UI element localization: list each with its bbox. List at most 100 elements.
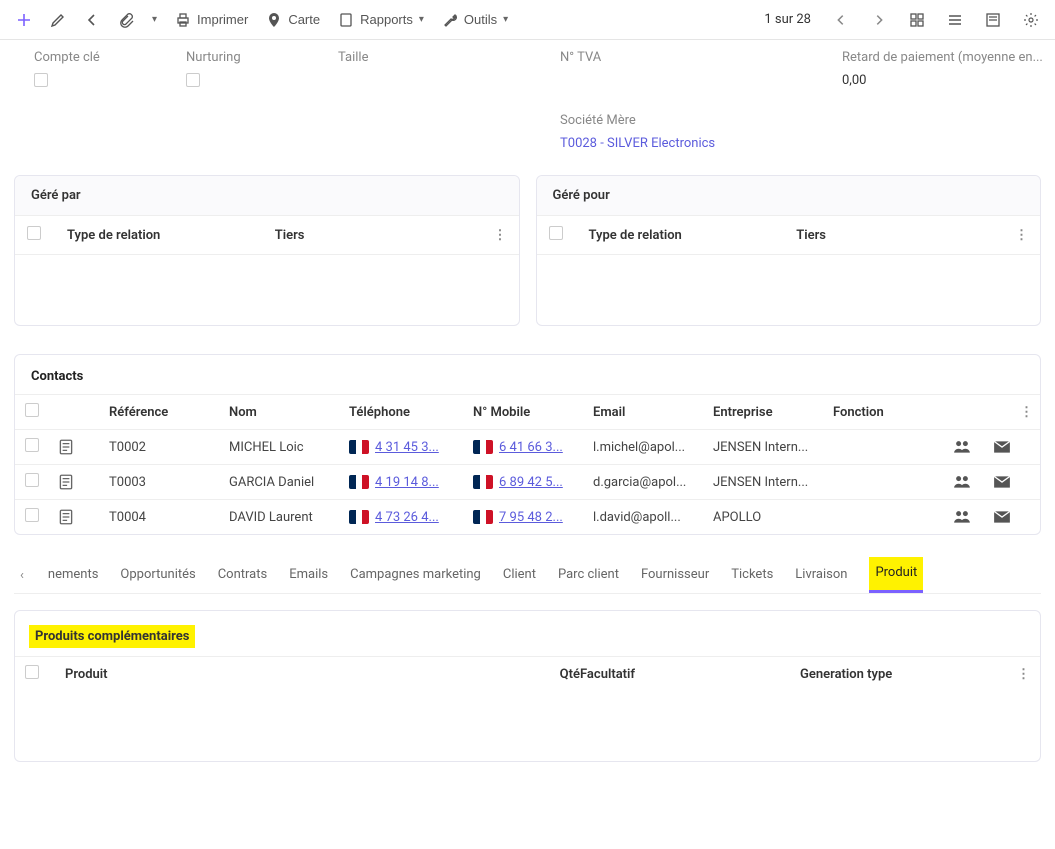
cell-email: l.david@apoll...	[593, 510, 713, 525]
contacts-head: Référence Nom Téléphone N° Mobile Email …	[15, 394, 1040, 429]
back-button[interactable]	[76, 6, 108, 34]
tab-opportunites[interactable]: Opportunités	[120, 559, 195, 592]
paperclip-icon	[118, 12, 134, 28]
tab-campagnes[interactable]: Campagnes marketing	[350, 559, 481, 592]
cell-phone: 4 73 26 4...	[349, 510, 473, 525]
produits-select-all[interactable]	[25, 665, 39, 679]
relation-panels: Géré par Type de relation Tiers ⋮ Géré p…	[14, 175, 1041, 326]
pager-prev[interactable]	[825, 6, 857, 34]
content: Compte clé Nurturing Taille N° TVA Socié…	[0, 40, 1055, 782]
pin-icon	[266, 12, 282, 28]
edit-button[interactable]	[42, 6, 74, 34]
tab-parc-client[interactable]: Parc client	[558, 559, 619, 592]
group-icon[interactable]	[953, 473, 993, 491]
pager-next[interactable]	[863, 6, 895, 34]
tab-client[interactable]: Client	[503, 559, 536, 592]
document-icon[interactable]	[57, 438, 109, 456]
col-facultatif: Facultatif	[580, 667, 800, 682]
cell-company: JENSEN Intern...	[713, 440, 833, 455]
taille-label: Taille	[338, 50, 538, 65]
flag-fr-icon	[473, 475, 493, 489]
phone-link[interactable]: 4 73 26 4...	[375, 510, 439, 525]
phone-link[interactable]: 4 19 14 8...	[375, 475, 439, 490]
managed-for-select-all[interactable]	[549, 226, 563, 240]
contacts-head-menu[interactable]: ⋮	[993, 405, 1033, 420]
panel-managed-for: Géré pour Type de relation Tiers ⋮	[536, 175, 1042, 326]
societe-mere-link[interactable]: T0028 - SILVER Electronics	[560, 136, 820, 151]
cell-name: DAVID Laurent	[229, 510, 349, 525]
group-icon[interactable]	[953, 508, 993, 526]
document-icon[interactable]	[57, 508, 109, 526]
managed-for-col2: Tiers	[796, 228, 1004, 243]
contact-row[interactable]: T0002MICHEL Loic4 31 45 3...6 41 66 3...…	[15, 429, 1040, 464]
view-kanban[interactable]	[901, 6, 933, 34]
new-button[interactable]	[8, 6, 40, 34]
mail-icon[interactable]	[993, 473, 1033, 491]
col-company: Entreprise	[713, 405, 833, 420]
nurturing-label: Nurturing	[186, 50, 316, 65]
clipboard-icon	[338, 12, 354, 28]
row-checkbox[interactable]	[25, 473, 39, 487]
cell-phone: 4 19 14 8...	[349, 475, 473, 490]
attach-button[interactable]	[110, 6, 142, 34]
tab-produit[interactable]: Produit	[869, 557, 923, 593]
view-form[interactable]	[977, 6, 1009, 34]
printer-icon	[175, 12, 191, 28]
print-button[interactable]: Imprimer	[167, 6, 256, 34]
form-icon	[985, 12, 1001, 28]
group-icon[interactable]	[953, 438, 993, 456]
mail-icon[interactable]	[993, 438, 1033, 456]
contacts-select-all[interactable]	[25, 403, 39, 417]
cell-name: GARCIA Daniel	[229, 475, 349, 490]
row-checkbox[interactable]	[25, 508, 39, 522]
tab-contrats[interactable]: Contrats	[218, 559, 268, 592]
view-list[interactable]	[939, 6, 971, 34]
mail-icon[interactable]	[993, 508, 1033, 526]
tools-button[interactable]: Outils ▾	[434, 6, 516, 34]
managed-by-menu[interactable]: ⋮	[483, 228, 507, 243]
managed-for-menu[interactable]: ⋮	[1004, 228, 1028, 243]
field-compte-cle: Compte clé	[34, 50, 164, 151]
compte-cle-checkbox[interactable]	[34, 73, 48, 87]
flag-fr-icon	[473, 510, 493, 524]
mobile-link[interactable]: 6 41 66 3...	[499, 440, 563, 455]
managed-by-col2: Tiers	[275, 228, 483, 243]
tab-emails[interactable]: Emails	[289, 559, 328, 592]
nurturing-checkbox[interactable]	[186, 73, 200, 87]
managed-by-head: Type de relation Tiers ⋮	[15, 216, 519, 255]
produits-panel: Produits complémentaires Produit Qté Fac…	[14, 610, 1041, 762]
contacts-body: T0002MICHEL Loic4 31 45 3...6 41 66 3...…	[15, 429, 1040, 534]
tab-tickets[interactable]: Tickets	[731, 559, 773, 592]
chevron-left-icon	[833, 12, 849, 28]
tab-livraison[interactable]: Livraison	[795, 559, 847, 592]
cell-ref: T0002	[109, 440, 229, 455]
map-button[interactable]: Carte	[258, 6, 328, 34]
row-checkbox[interactable]	[25, 438, 39, 452]
mobile-link[interactable]: 7 95 48 2...	[499, 510, 563, 525]
produits-menu[interactable]: ⋮	[1000, 667, 1030, 682]
fields-grid: Compte clé Nurturing Taille N° TVA Socié…	[14, 50, 1041, 165]
cell-email: l.michel@apol...	[593, 440, 713, 455]
col-ref: Référence	[109, 405, 229, 420]
mobile-link[interactable]: 6 89 42 5...	[499, 475, 563, 490]
managed-by-col1: Type de relation	[67, 228, 275, 243]
tab-scroll-left[interactable]: ‹	[18, 562, 26, 589]
tab-fournisseur[interactable]: Fournisseur	[641, 559, 709, 592]
reports-button[interactable]: Rapports ▾	[330, 6, 432, 34]
contact-row[interactable]: T0003GARCIA Daniel 4 19 14 8... 6 89 42 5.…	[15, 464, 1040, 499]
phone-link[interactable]: 4 31 45 3...	[375, 440, 439, 455]
wrench-icon	[442, 12, 458, 28]
settings-button[interactable]	[1015, 6, 1047, 34]
more-dropdown[interactable]: ▾	[144, 8, 165, 31]
cell-company: JENSEN Intern...	[713, 475, 833, 490]
cell-ref: T0003	[109, 475, 229, 490]
document-icon[interactable]	[57, 473, 109, 491]
panel-managed-by: Géré par Type de relation Tiers ⋮	[14, 175, 520, 326]
tva-label: N° TVA	[560, 50, 820, 65]
cell-mobile: 6 41 66 3...	[473, 440, 593, 455]
cell-email: d.garcia@apol...	[593, 475, 713, 490]
managed-by-select-all[interactable]	[27, 226, 41, 240]
tab-evenements[interactable]: nements	[48, 559, 99, 592]
flag-fr-icon	[349, 440, 369, 454]
contact-row[interactable]: T0004DAVID Laurent4 73 26 4...7 95 48 2.…	[15, 499, 1040, 534]
